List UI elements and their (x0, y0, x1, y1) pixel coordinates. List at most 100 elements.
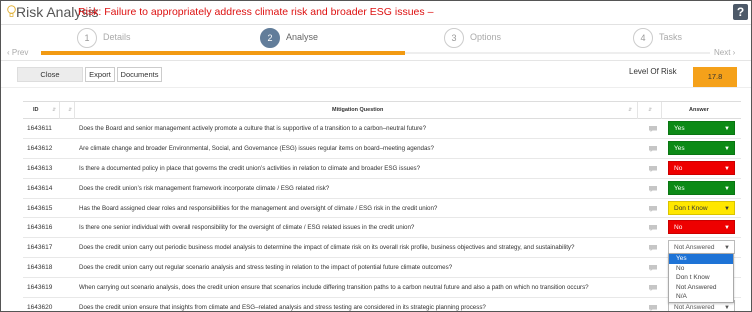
table-row: 1643616 Is there one senior individual wi… (23, 218, 741, 239)
answer-value: No (674, 164, 683, 172)
chevron-down-icon: ▼ (724, 126, 730, 132)
comment-icon[interactable] (648, 205, 658, 213)
table-row: 1643612 Are climate change and broader En… (23, 139, 741, 159)
step-label: Tasks (659, 32, 683, 42)
chevron-down-icon: ▼ (724, 185, 730, 192)
header-id[interactable]: ID (33, 102, 39, 119)
table-row: 1643618 Does the credit union carry out r… (23, 258, 741, 279)
row-question: Does the Board and senior management act… (79, 125, 427, 132)
dropdown-option[interactable]: No (669, 264, 733, 274)
table-row: 1643620 Does the credit union ensure that… (23, 298, 741, 312)
row-question: Is there a documented policy in place th… (79, 164, 421, 172)
answer-dropdown-list[interactable]: Yes No Don t Know Not Answered N/A (668, 253, 734, 303)
comment-icon[interactable] (648, 284, 658, 292)
table-row: 1643617 Does the credit union carry out p… (23, 238, 741, 259)
risk-level-label: Level Of Risk (629, 67, 677, 76)
table-row: 1643613 Is there a documented policy in p… (23, 159, 741, 179)
risk-analysis-window: Risk Analysis Risk: Failure to appropria… (0, 0, 752, 312)
documents-button[interactable]: Documents (117, 67, 162, 82)
toolbar: Close Export Documents Level Of Risk 17.… (1, 61, 751, 93)
mitigation-table: ID ⇵ ⇵ Mitigation Question ⇵ ⇵ Answer 16… (23, 101, 741, 312)
table-row: 1643615 Has the Board assigned clear role… (23, 199, 741, 219)
comment-icon[interactable] (648, 244, 658, 252)
sort-icon[interactable]: ⇵ (648, 102, 652, 119)
table-body: 1643611 Does the Board and senior managem… (23, 119, 741, 312)
answer-select[interactable]: Don t Know ▼ (668, 200, 735, 215)
progress-bar (41, 51, 405, 55)
row-question: Is there one senior individual with over… (79, 224, 415, 232)
step-number: 2 (260, 28, 280, 48)
dropdown-option[interactable]: Yes (669, 254, 733, 264)
answer-select[interactable]: Yes ▼ (668, 140, 735, 155)
answer-value: Yes (674, 184, 685, 192)
step-label: Options (470, 32, 502, 42)
comment-icon[interactable] (648, 264, 658, 272)
row-question: Does the credit union carry out periodic… (79, 244, 575, 252)
table-row: 1643611 Does the Board and senior managem… (23, 119, 741, 139)
row-question: Has the Board assigned clear roles and r… (79, 204, 438, 212)
row-id: 1643615 (27, 204, 53, 212)
prev-link[interactable]: ‹ Prev (7, 48, 28, 57)
export-button[interactable]: Export (85, 67, 115, 82)
step-number: 3 (444, 28, 464, 48)
step-label: Analyse (286, 32, 319, 42)
comment-icon[interactable] (648, 304, 658, 312)
row-id: 1643616 (27, 224, 53, 232)
answer-value: Yes (674, 144, 685, 152)
sort-icon[interactable]: ⇵ (68, 102, 72, 119)
table-row: 1643619 When carrying out scenario analys… (23, 278, 741, 299)
dropdown-option[interactable]: N/A (669, 292, 733, 302)
lightbulb-icon (7, 5, 16, 17)
chevron-down-icon: ▼ (724, 145, 730, 152)
risk-title: Risk: Failure to appropriately address c… (78, 6, 434, 18)
header-answer[interactable]: Answer (689, 102, 709, 119)
progress-track (405, 52, 710, 54)
row-question: Are climate change and broader Environme… (79, 144, 434, 152)
answer-value: Yes (674, 125, 685, 132)
divider (1, 87, 751, 88)
header-question[interactable]: Mitigation Question (332, 102, 383, 119)
comment-icon[interactable] (648, 165, 658, 173)
comment-icon[interactable] (648, 145, 658, 153)
answer-select[interactable]: Yes ▼ (668, 121, 735, 135)
chevron-down-icon: ▼ (724, 165, 730, 172)
comment-icon[interactable] (648, 125, 658, 133)
row-question: Does the credit union ensure that insigh… (79, 304, 486, 312)
header-bar: Risk Analysis Risk: Failure to appropria… (1, 1, 751, 25)
row-id: 1643619 (27, 284, 53, 292)
row-question: Does the credit union carry out regular … (79, 264, 453, 272)
step-label: Details (103, 32, 131, 42)
row-id: 1643612 (27, 144, 53, 152)
row-id: 1643617 (27, 244, 53, 252)
chevron-down-icon: ▼ (724, 205, 730, 212)
row-question: When carrying out scenario analysis, doe… (79, 284, 589, 292)
sort-icon[interactable]: ⇵ (52, 102, 56, 119)
answer-value: No (674, 224, 683, 232)
row-id: 1643614 (27, 184, 53, 192)
dropdown-option[interactable]: Not Answered (669, 283, 733, 293)
step-number: 4 (633, 28, 653, 48)
close-button[interactable]: Close (17, 67, 83, 82)
comment-icon[interactable] (648, 185, 658, 193)
answer-select[interactable]: No ▼ (668, 220, 735, 235)
dropdown-option[interactable]: Don t Know (669, 273, 733, 283)
answer-select[interactable]: Yes ▼ (668, 180, 735, 195)
risk-level-value: 17.8 (693, 67, 737, 87)
column-divider (59, 102, 60, 119)
help-button[interactable]: ? (733, 4, 748, 20)
row-id: 1643618 (27, 264, 53, 272)
answer-value: Not Answered (674, 244, 715, 252)
answer-value: Don t Know (674, 204, 708, 212)
row-id: 1643620 (27, 304, 53, 312)
sort-icon[interactable]: ⇵ (628, 102, 632, 119)
next-link[interactable]: Next › (714, 48, 735, 57)
column-divider (74, 102, 75, 119)
table-header: ID ⇵ ⇵ Mitigation Question ⇵ ⇵ Answer (23, 101, 741, 119)
row-question: Does the credit union’s risk management … (79, 184, 330, 192)
column-divider (637, 102, 638, 119)
comment-icon[interactable] (648, 224, 658, 232)
row-id: 1643611 (27, 125, 52, 132)
answer-select[interactable]: No ▼ (668, 160, 735, 175)
step-number: 1 (77, 28, 97, 48)
answer-value: Not Answered (674, 304, 715, 312)
